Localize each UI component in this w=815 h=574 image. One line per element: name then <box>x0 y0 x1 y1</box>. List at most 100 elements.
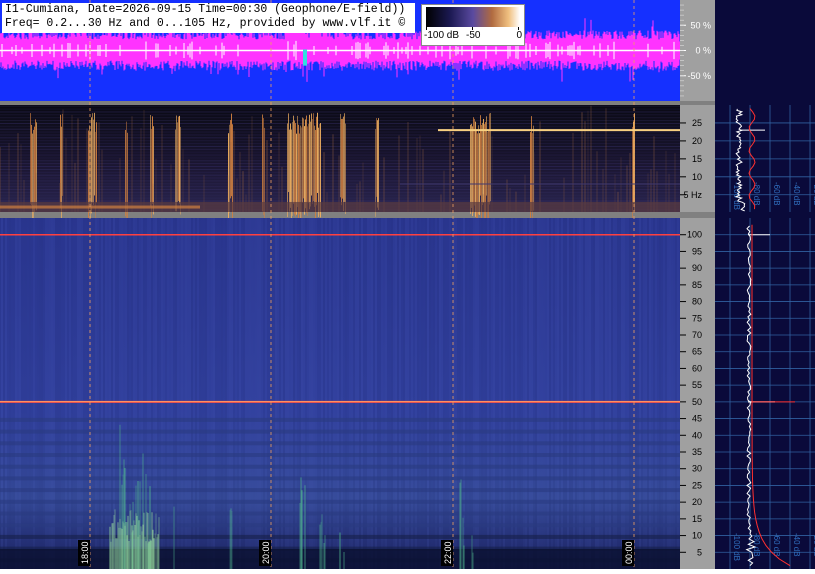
high-ytick-label: 20 <box>692 497 702 507</box>
low-burst <box>95 131 96 230</box>
low-burst <box>93 119 94 205</box>
vlf-chart: 50 % 0 % -50 % 5 Hz 10 15 20 25 5 10 15 20 25 30 35 4… <box>0 0 815 569</box>
high-ytick-label: 30 <box>692 464 702 474</box>
low-burst <box>305 119 306 209</box>
low-burst <box>483 118 484 203</box>
low-burst <box>377 120 378 208</box>
low-burst <box>178 116 179 202</box>
high-ytick-label: 65 <box>692 347 702 357</box>
side-xtick-group: -40 dB <box>792 533 801 557</box>
high-band <box>0 488 680 493</box>
low-burst <box>262 114 263 212</box>
colorbar: -100 dB -50 0 <box>421 4 525 46</box>
low-striation <box>0 105 680 107</box>
high-band <box>0 441 680 446</box>
low-burst <box>310 121 311 207</box>
time-label: 00:00 <box>624 541 634 564</box>
high-ytick-label: 35 <box>692 447 702 457</box>
high-band <box>0 499 680 504</box>
low-burst <box>313 113 314 202</box>
low-burst <box>489 113 490 205</box>
low-burst <box>470 124 471 214</box>
side-xtick-label: -40 dB <box>792 182 801 206</box>
side-xtick-label: -100 dB <box>732 533 741 561</box>
low-burst <box>478 125 479 215</box>
waveform-ytick-label: 50 % <box>690 20 711 30</box>
low-ytick-label: 15 <box>692 154 702 164</box>
low-burst <box>314 125 315 207</box>
low-burst <box>319 123 320 216</box>
high-ytick-label: 70 <box>692 330 702 340</box>
low-burst <box>289 129 290 212</box>
low-burst <box>376 117 377 197</box>
low-burst <box>471 123 472 208</box>
low-burst <box>345 123 346 215</box>
low-burst <box>474 118 475 206</box>
header-line-1: I1-Cumiana, Date=2026-09-15 Time=00:30 (… <box>5 3 406 16</box>
low-burst <box>176 115 177 212</box>
high-ytick-label: 95 <box>692 246 702 256</box>
time-label-group: 00:00 <box>622 540 634 566</box>
colorbar-gradient <box>426 7 520 27</box>
side-xtick-label: -60 dB <box>772 182 781 206</box>
header-box: I1-Cumiana, Date=2026-09-15 Time=00:30 (… <box>2 3 415 33</box>
low-burst <box>304 126 305 215</box>
low-burst <box>482 122 483 206</box>
low-burst <box>344 113 345 202</box>
low-burst <box>30 113 31 204</box>
low-burst <box>264 127 265 228</box>
low-burst <box>34 126 35 212</box>
low-burst <box>477 133 478 233</box>
high-ytick-label: 55 <box>692 380 702 390</box>
header-line-2: Freq= 0.2...30 Hz and 0...105 Hz, provid… <box>5 17 406 30</box>
high-band <box>0 429 680 434</box>
low-base-line <box>0 205 200 209</box>
low-burst <box>150 114 151 207</box>
high-ytick-label: 5 <box>697 547 702 557</box>
high-ytick-label: 60 <box>692 363 702 373</box>
low-burst <box>175 129 176 212</box>
side-xtick-group: -100 dB <box>732 533 741 561</box>
high-ytick-label: 25 <box>692 480 702 490</box>
high-ytick-label: 85 <box>692 280 702 290</box>
low-burst <box>293 115 294 204</box>
high-ytick-label: 15 <box>692 514 702 524</box>
low-burst <box>316 116 317 206</box>
high-ytick-label: 50 <box>692 397 702 407</box>
low-burst <box>342 118 343 199</box>
low-burst <box>229 124 230 213</box>
low-burst <box>288 113 289 192</box>
low-burst <box>341 118 342 206</box>
low-burst <box>263 118 264 215</box>
low-ytick-label: 25 <box>692 118 702 128</box>
side-xtick-group: -60 dB <box>772 182 781 206</box>
low-ytick-label: 20 <box>692 136 702 146</box>
low-burst <box>297 115 298 208</box>
time-label: 18:00 <box>80 541 90 564</box>
high-ytick-label: 100 <box>687 230 702 240</box>
high-ytick-label: 90 <box>692 263 702 273</box>
time-label-group: 22:00 <box>441 540 453 566</box>
side-xtick-label: -40 dB <box>792 533 801 557</box>
high-ytick-label: 45 <box>692 414 702 424</box>
waveform-ytick-label: 0 % <box>695 46 711 56</box>
low-burst <box>488 129 489 230</box>
side-xtick-group: -40 dB <box>792 182 801 206</box>
high-band <box>0 523 680 528</box>
side-xtick-group: -80 dB <box>752 182 761 206</box>
low-burst <box>31 124 32 206</box>
time-label: 22:00 <box>443 541 453 564</box>
colorbar-tick-label: 0 <box>516 30 522 41</box>
low-burst <box>290 123 291 208</box>
side-xtick-group: -60 dB <box>772 533 781 557</box>
low-burst <box>306 115 307 213</box>
colorbar-tick-label: -100 dB <box>424 30 460 41</box>
low-burst <box>294 120 295 215</box>
high-ytick-label: 80 <box>692 297 702 307</box>
low-burst <box>312 119 313 205</box>
low-burst <box>179 115 180 204</box>
low-striation <box>0 111 680 113</box>
low-burst <box>317 112 318 193</box>
low-burst <box>292 121 293 216</box>
side-xtick-label: -60 dB <box>772 533 781 557</box>
